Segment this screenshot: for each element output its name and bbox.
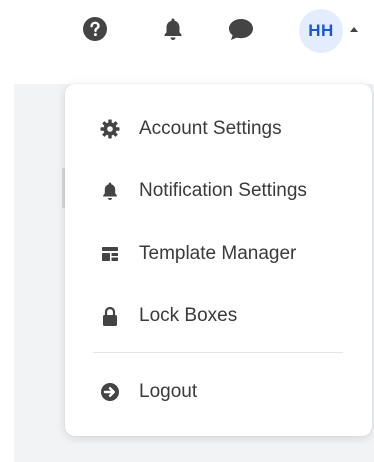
menu-item-label: Notification Settings — [139, 180, 307, 201]
question-circle-icon[interactable] — [80, 14, 110, 44]
menu-item-account-settings[interactable]: Account Settings — [65, 105, 372, 153]
lock-icon — [99, 305, 121, 327]
menu-divider — [93, 352, 343, 353]
menu-item-lock-boxes[interactable]: Lock Boxes — [65, 292, 372, 340]
menu-item-label: Lock Boxes — [139, 305, 238, 326]
menu-item-label: Logout — [139, 381, 198, 402]
menu-item-notification-settings[interactable]: Notification Settings — [65, 167, 372, 215]
logout-icon — [99, 381, 121, 403]
menu-item-label: Template Manager — [139, 243, 297, 264]
user-dropdown-menu: Account Settings Notification Settings T… — [65, 84, 372, 436]
caret-up-icon[interactable] — [350, 27, 358, 32]
menu-item-label: Account Settings — [139, 118, 282, 139]
bell-icon — [99, 180, 121, 202]
menu-item-logout[interactable]: Logout — [65, 368, 372, 416]
gear-icon — [99, 118, 121, 140]
bell-icon[interactable] — [158, 14, 188, 44]
top-bar: HH — [0, 0, 374, 62]
template-icon — [99, 243, 121, 265]
chat-bubble-icon[interactable] — [226, 14, 256, 44]
page: HH Account Settings Notification Setting… — [0, 0, 374, 462]
avatar[interactable]: HH — [299, 9, 343, 53]
menu-item-template-manager[interactable]: Template Manager — [65, 230, 372, 278]
